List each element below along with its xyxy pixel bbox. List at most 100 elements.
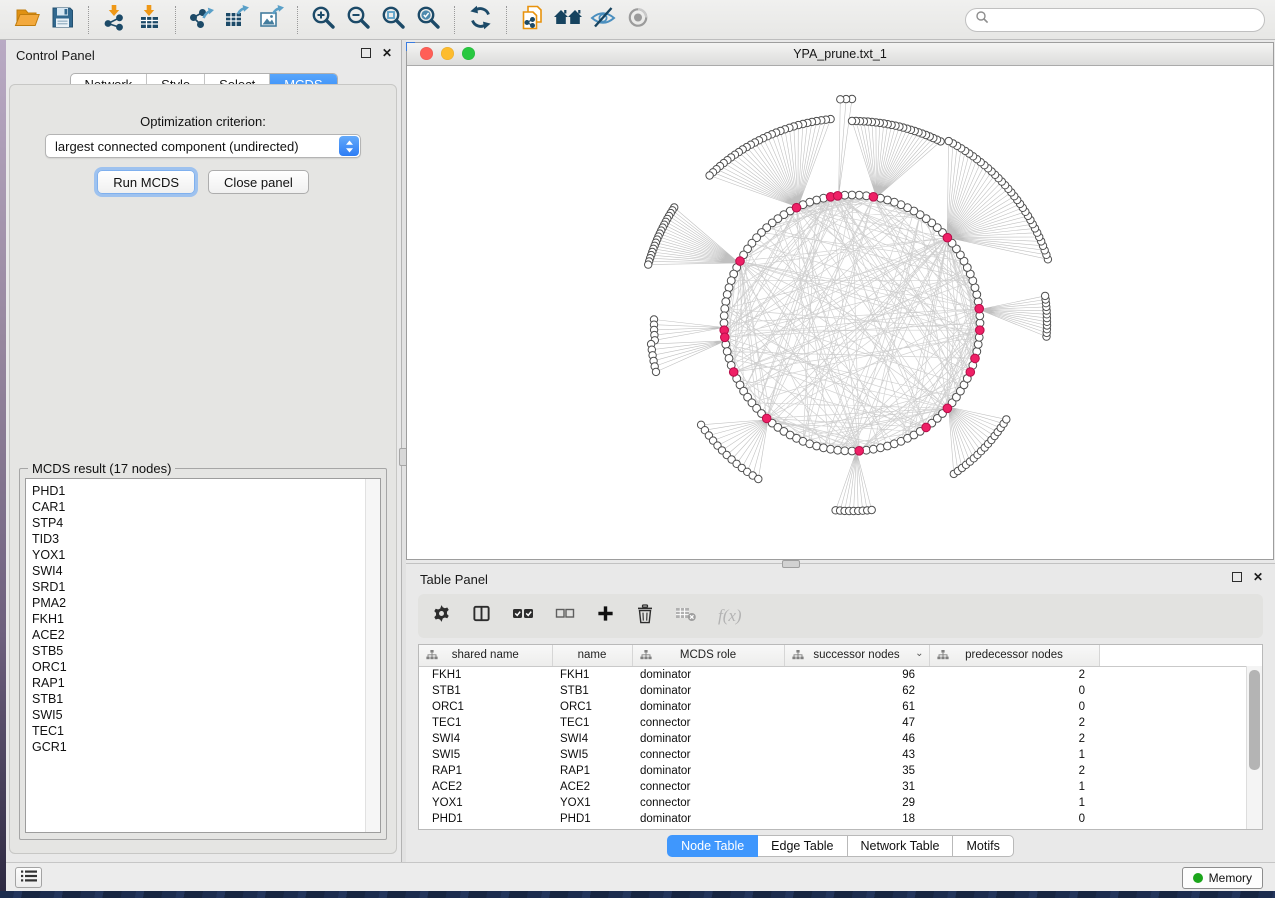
table-row[interactable]: STB1STB1dominator620 [419, 683, 1099, 699]
show-panels-button[interactable] [15, 867, 42, 888]
mcds-result-item: TEC1 [32, 723, 366, 739]
add-column-button[interactable] [596, 604, 615, 628]
mcds-result-list-box[interactable]: PHD1CAR1STP4TID3YOX1SWI4SRD1PMA2FKH1ACE2… [25, 478, 381, 833]
horizontal-splitter-handle[interactable] [782, 560, 800, 568]
zoom-fit-button[interactable] [376, 4, 411, 36]
trash-icon [636, 604, 654, 629]
cell: 2 [929, 731, 1099, 747]
mcds-result-item: TID3 [32, 531, 366, 547]
zoom-out-button[interactable] [341, 4, 376, 36]
houses-icon [553, 4, 583, 36]
table-scrollbar-thumb[interactable] [1249, 670, 1260, 770]
zoom-out-icon [345, 4, 372, 36]
toolbar-separator [454, 6, 455, 34]
cell: 2 [929, 667, 1099, 684]
mcds-result-item: GCR1 [32, 739, 366, 755]
zoom-fit-icon [380, 4, 407, 36]
mcds-result-scrollbar[interactable] [365, 479, 380, 832]
table-scrollbar[interactable] [1246, 666, 1262, 829]
cell: 43 [784, 747, 929, 763]
table-row[interactable]: YOX1YOX1connector291 [419, 795, 1099, 811]
tab-node-table[interactable]: Node Table [667, 835, 758, 857]
cell: 1 [929, 779, 1099, 795]
select-chevrons-icon [339, 136, 359, 156]
cell: 0 [929, 683, 1099, 699]
open-file-button[interactable] [10, 4, 45, 36]
mcds-result-item: PHD1 [32, 483, 366, 499]
cell: FKH1 [419, 667, 552, 684]
table-row[interactable]: ACE2ACE2connector311 [419, 779, 1099, 795]
fx-icon: f(x) [718, 606, 742, 626]
mcds-result-item: STB5 [32, 643, 366, 659]
mcds-result-item: RAP1 [32, 675, 366, 691]
run-mcds-button[interactable]: Run MCDS [97, 170, 195, 194]
import-table-button[interactable] [132, 4, 167, 36]
column-label: MCDS role [633, 645, 784, 666]
cell: dominator [632, 667, 784, 684]
column-header-successor-nodes[interactable]: successor nodes⌄ [784, 645, 929, 667]
table-row[interactable]: TEC1TEC1connector472 [419, 715, 1099, 731]
save-session-button[interactable] [45, 4, 80, 36]
export-network-button[interactable] [184, 4, 219, 36]
check-all-icon [512, 604, 534, 628]
desktop-wallpaper-bottom [0, 891, 1275, 898]
shared-column-icon [426, 650, 438, 664]
zoom-selected-button[interactable] [411, 4, 446, 36]
tab-motifs[interactable]: Motifs [953, 835, 1013, 857]
table-row[interactable]: SWI4SWI4dominator462 [419, 731, 1099, 747]
network-window: YPA_prune.txt_1 [406, 42, 1274, 560]
column-header-shared-name[interactable]: shared name [419, 645, 552, 667]
first-neighbors-button[interactable] [550, 4, 585, 36]
table-row[interactable]: FKH1FKH1dominator962 [419, 667, 1099, 684]
cell: 29 [784, 795, 929, 811]
float-table-panel-icon[interactable] [1232, 572, 1242, 582]
mcds-result-item: ORC1 [32, 659, 366, 675]
hide-selected-button[interactable] [585, 4, 620, 36]
cell: SWI5 [419, 747, 552, 763]
zoom-in-button[interactable] [306, 4, 341, 36]
tab-edge-table[interactable]: Edge Table [758, 835, 847, 857]
select-all-rows-button[interactable] [512, 604, 534, 628]
close-panel-icon[interactable]: ✕ [382, 48, 392, 58]
memory-label: Memory [1209, 871, 1252, 885]
export-table-button[interactable] [219, 4, 254, 36]
table-mode-gear-button[interactable] [432, 604, 451, 628]
cell: 46 [784, 731, 929, 747]
close-table-panel-icon[interactable]: ✕ [1253, 572, 1263, 582]
network-window-titlebar[interactable]: YPA_prune.txt_1 [407, 43, 1273, 66]
cell: STB1 [552, 683, 632, 699]
unselect-all-rows-button[interactable] [555, 604, 575, 628]
show-columns-button[interactable] [472, 604, 491, 628]
search-input[interactable] [995, 12, 1255, 28]
memory-button[interactable]: Memory [1182, 867, 1263, 889]
new-network-from-selection-button[interactable] [515, 4, 550, 36]
export-image-button[interactable] [254, 4, 289, 36]
table-row[interactable]: ORC1ORC1dominator610 [419, 699, 1099, 715]
tab-network-table[interactable]: Network Table [848, 835, 954, 857]
float-panel-icon[interactable] [361, 48, 371, 58]
delete-column-button[interactable] [636, 604, 654, 629]
mcds-result-list: PHD1CAR1STP4TID3YOX1SWI4SRD1PMA2FKH1ACE2… [26, 479, 366, 832]
zoom-selected-icon [415, 4, 442, 36]
cell: RAP1 [419, 763, 552, 779]
control-panel-title: Control Panel [16, 48, 95, 63]
table-row[interactable]: SWI5SWI5connector431 [419, 747, 1099, 763]
table-row[interactable]: PHD1PHD1dominator180 [419, 811, 1099, 827]
toolbar-separator [175, 6, 176, 34]
search-box[interactable] [965, 8, 1265, 32]
close-panel-button[interactable]: Close panel [208, 170, 309, 194]
zoom-in-icon [310, 4, 337, 36]
cell: YOX1 [552, 795, 632, 811]
column-header-MCDS-role[interactable]: MCDS role [632, 645, 784, 667]
apply-layout-button[interactable] [463, 4, 498, 36]
cell: TEC1 [419, 715, 552, 731]
table-row[interactable]: RAP1RAP1dominator352 [419, 763, 1099, 779]
status-bar: Memory [6, 862, 1275, 891]
column-header-predecessor-nodes[interactable]: predecessor nodes [929, 645, 1099, 667]
import-network-button[interactable] [97, 4, 132, 36]
cell: 35 [784, 763, 929, 779]
cell: dominator [632, 731, 784, 747]
optimization-criterion-select[interactable]: largest connected component (undirected) [45, 134, 361, 158]
column-header-name[interactable]: name [552, 645, 632, 667]
network-canvas[interactable] [407, 66, 1273, 560]
